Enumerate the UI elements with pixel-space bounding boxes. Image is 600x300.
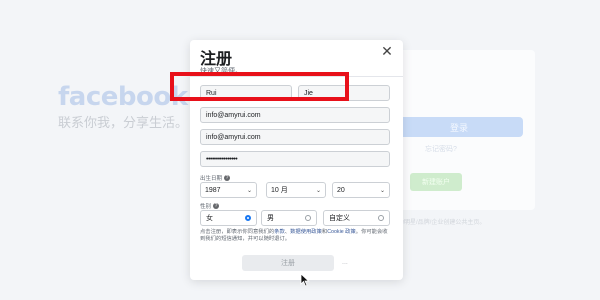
gender-option-female[interactable]: 女 [200,210,257,226]
mouse-cursor-icon [300,273,310,287]
tagline: 联系你我，分享生活。 [58,116,189,131]
birthday-label: 出生日期 [200,176,223,182]
year-value: 1987 [205,186,221,194]
gender-option-label: 自定义 [329,215,350,222]
password-field[interactable]: •••••••••••••••• [200,151,390,167]
name-fields-highlight [170,72,349,101]
gender-option-male[interactable]: 男 [261,210,317,226]
gender-option-custom[interactable]: 自定义 [323,210,390,226]
gender-label: 性别 [200,204,212,210]
login-button[interactable]: 登录 [395,117,523,137]
chevron-down-icon: ⌄ [246,187,252,194]
chevron-down-icon: ⌄ [379,187,385,194]
birthday-year-select[interactable]: 1987 ⌄ [200,182,257,198]
terms-link[interactable]: 条款 [274,229,285,235]
cookie-policy-link[interactable]: Cookie 政策 [327,229,356,235]
email-confirm-field[interactable]: info@amyrui.com [200,129,390,145]
help-icon[interactable]: ? [213,203,220,209]
terms-text: 点击注册，即表示你同意我们的条款、数据使用政策和Cookie 政策。你可能会收到… [200,229,392,243]
day-value: 20 [337,186,345,194]
gender-label-row: 性别 ? [200,202,220,210]
month-value: 10 月 [271,187,288,194]
chevron-down-icon: ⌄ [315,187,321,194]
signup-button[interactable]: 注册 [242,255,334,271]
email-field[interactable]: info@amyrui.com [200,107,390,123]
help-icon[interactable]: ? [224,175,231,181]
birthday-label-row: 出生日期 ? [200,174,231,182]
create-page-link[interactable]: 为明星/品牌/企业创建公共主页。 [398,217,485,226]
facebook-logo: facebook [58,82,188,112]
radio-selected-icon [245,215,251,221]
gender-option-label: 男 [267,215,274,222]
gender-option-label: 女 [206,215,213,222]
radio-icon [305,215,311,221]
loading-ellipsis: ... [342,259,348,266]
forgot-password-link[interactable]: 忘记密码? [425,144,457,154]
birthday-day-select[interactable]: 20 ⌄ [332,182,390,198]
data-policy-link[interactable]: 数据使用政策 [290,229,322,235]
terms-part: 点击注册，即表示你同意我们的 [200,229,275,235]
close-icon[interactable]: ✕ [379,44,395,60]
radio-icon [378,215,384,221]
birthday-month-select[interactable]: 10 月 ⌄ [266,182,326,198]
create-account-button[interactable]: 新建账户 [410,173,462,191]
